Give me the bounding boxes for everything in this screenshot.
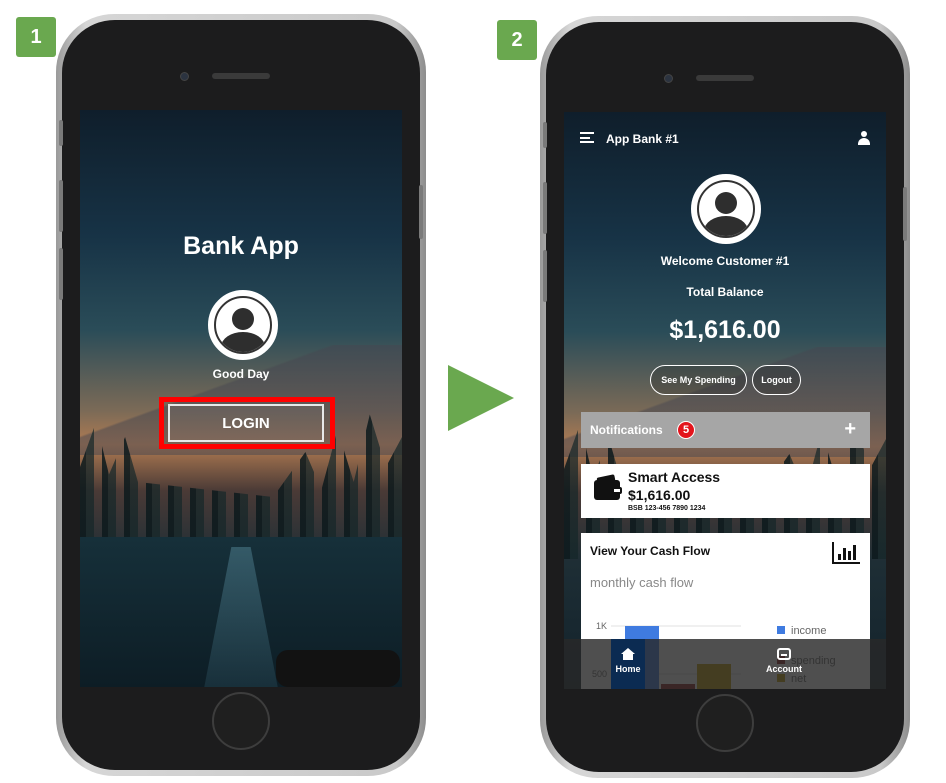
app-title: App Bank #1 [606, 132, 679, 146]
legend-label-income: income [791, 625, 826, 637]
volume-up-button [543, 182, 547, 234]
volume-down-button [59, 248, 63, 300]
mute-switch [59, 120, 63, 146]
phone-frame-login: Bank App Good Day LOGIN [56, 14, 426, 776]
notifications-count-badge: 5 [677, 421, 695, 439]
home-icon [621, 648, 635, 660]
menu-icon[interactable] [580, 132, 594, 144]
redacted-block [276, 650, 400, 687]
earpiece-speaker [212, 73, 270, 79]
front-camera [664, 74, 673, 83]
next-arrow-icon [448, 365, 514, 431]
earpiece-speaker [696, 75, 754, 81]
logout-button[interactable]: Logout [752, 365, 801, 395]
y-tick-label: 1K [596, 621, 607, 631]
avatar-icon [691, 174, 761, 244]
login-button[interactable]: LOGIN [168, 404, 324, 442]
step-badge-2: 2 [497, 20, 537, 60]
user-icon[interactable] [858, 131, 870, 145]
tutorial-canvas: 1 2 Bank App Good Day LOGIN App Bank #1 … [0, 0, 946, 783]
greeting-text: Good Day [212, 367, 270, 381]
nav-account-label: Account [766, 664, 802, 674]
top-bar: App Bank #1 [564, 128, 886, 150]
power-button [419, 185, 423, 239]
account-bsb: BSB 123-456 7890 1234 [628, 505, 706, 512]
home-button[interactable] [212, 692, 270, 750]
mute-switch [543, 122, 547, 148]
cash-flow-title: View Your Cash Flow [590, 544, 711, 558]
nav-home[interactable]: Home [611, 648, 645, 674]
power-button [903, 187, 907, 241]
login-screen: Bank App Good Day LOGIN [80, 110, 402, 687]
total-balance-label: Total Balance [686, 285, 764, 299]
bar-chart-icon[interactable] [832, 542, 860, 564]
nav-home-label: Home [615, 664, 641, 674]
expand-plus-icon[interactable]: + [844, 418, 856, 441]
legend-swatch-income [777, 626, 785, 634]
see-my-spending-button[interactable]: See My Spending [650, 365, 747, 395]
app-title: Bank App [183, 232, 299, 260]
home-button[interactable] [696, 694, 754, 752]
account-card[interactable]: Smart Access $1,616.00 BSB 123-456 7890 … [581, 464, 870, 518]
phone-frame-dashboard: App Bank #1 Welcome Customer #1 Total Ba… [540, 16, 910, 778]
account-name: Smart Access [628, 469, 721, 485]
account-balance: $1,616.00 [628, 487, 691, 503]
total-balance-value: $1,616.00 [669, 316, 781, 344]
welcome-text: Welcome Customer #1 [660, 254, 790, 268]
avatar-icon [208, 290, 278, 360]
nav-account[interactable]: Account [762, 648, 806, 674]
chart-subtitle: monthly cash flow [590, 575, 694, 590]
wallet-icon [594, 474, 622, 500]
notifications-label: Notifications [590, 423, 663, 437]
front-camera [180, 72, 189, 81]
dashboard-screen: App Bank #1 Welcome Customer #1 Total Ba… [564, 112, 886, 689]
volume-down-button [543, 250, 547, 302]
inbox-icon [777, 648, 791, 660]
notifications-bar[interactable]: Notifications 5 + [581, 412, 870, 448]
bottom-navigation: Home Account [564, 639, 886, 689]
volume-up-button [59, 180, 63, 232]
step-badge-1: 1 [16, 17, 56, 57]
